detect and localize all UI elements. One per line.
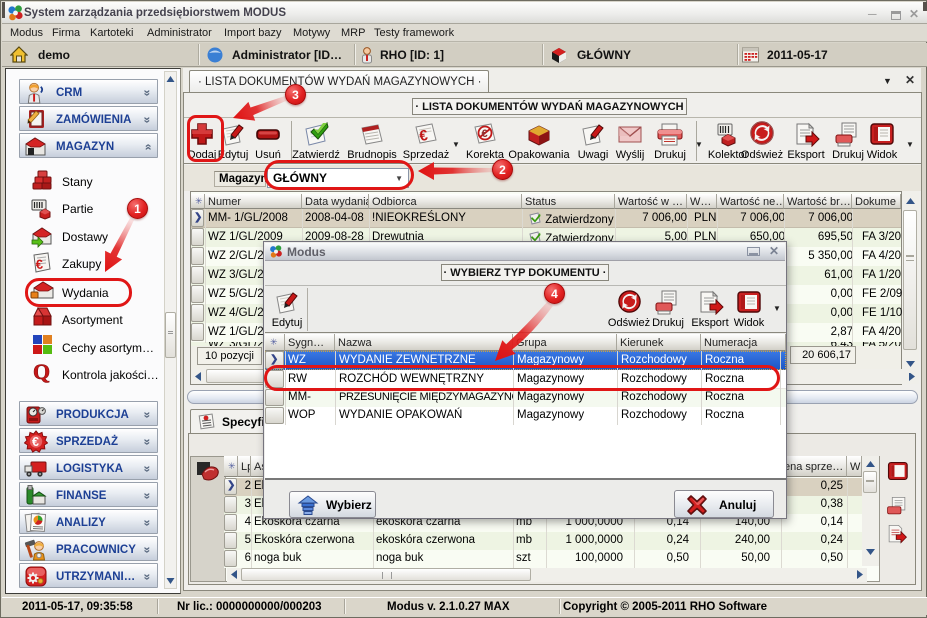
svg-text:Q: Q: [33, 360, 50, 384]
svg-text:€: €: [35, 257, 43, 272]
svg-text:€: €: [482, 128, 488, 140]
svg-text:€: €: [32, 435, 39, 449]
